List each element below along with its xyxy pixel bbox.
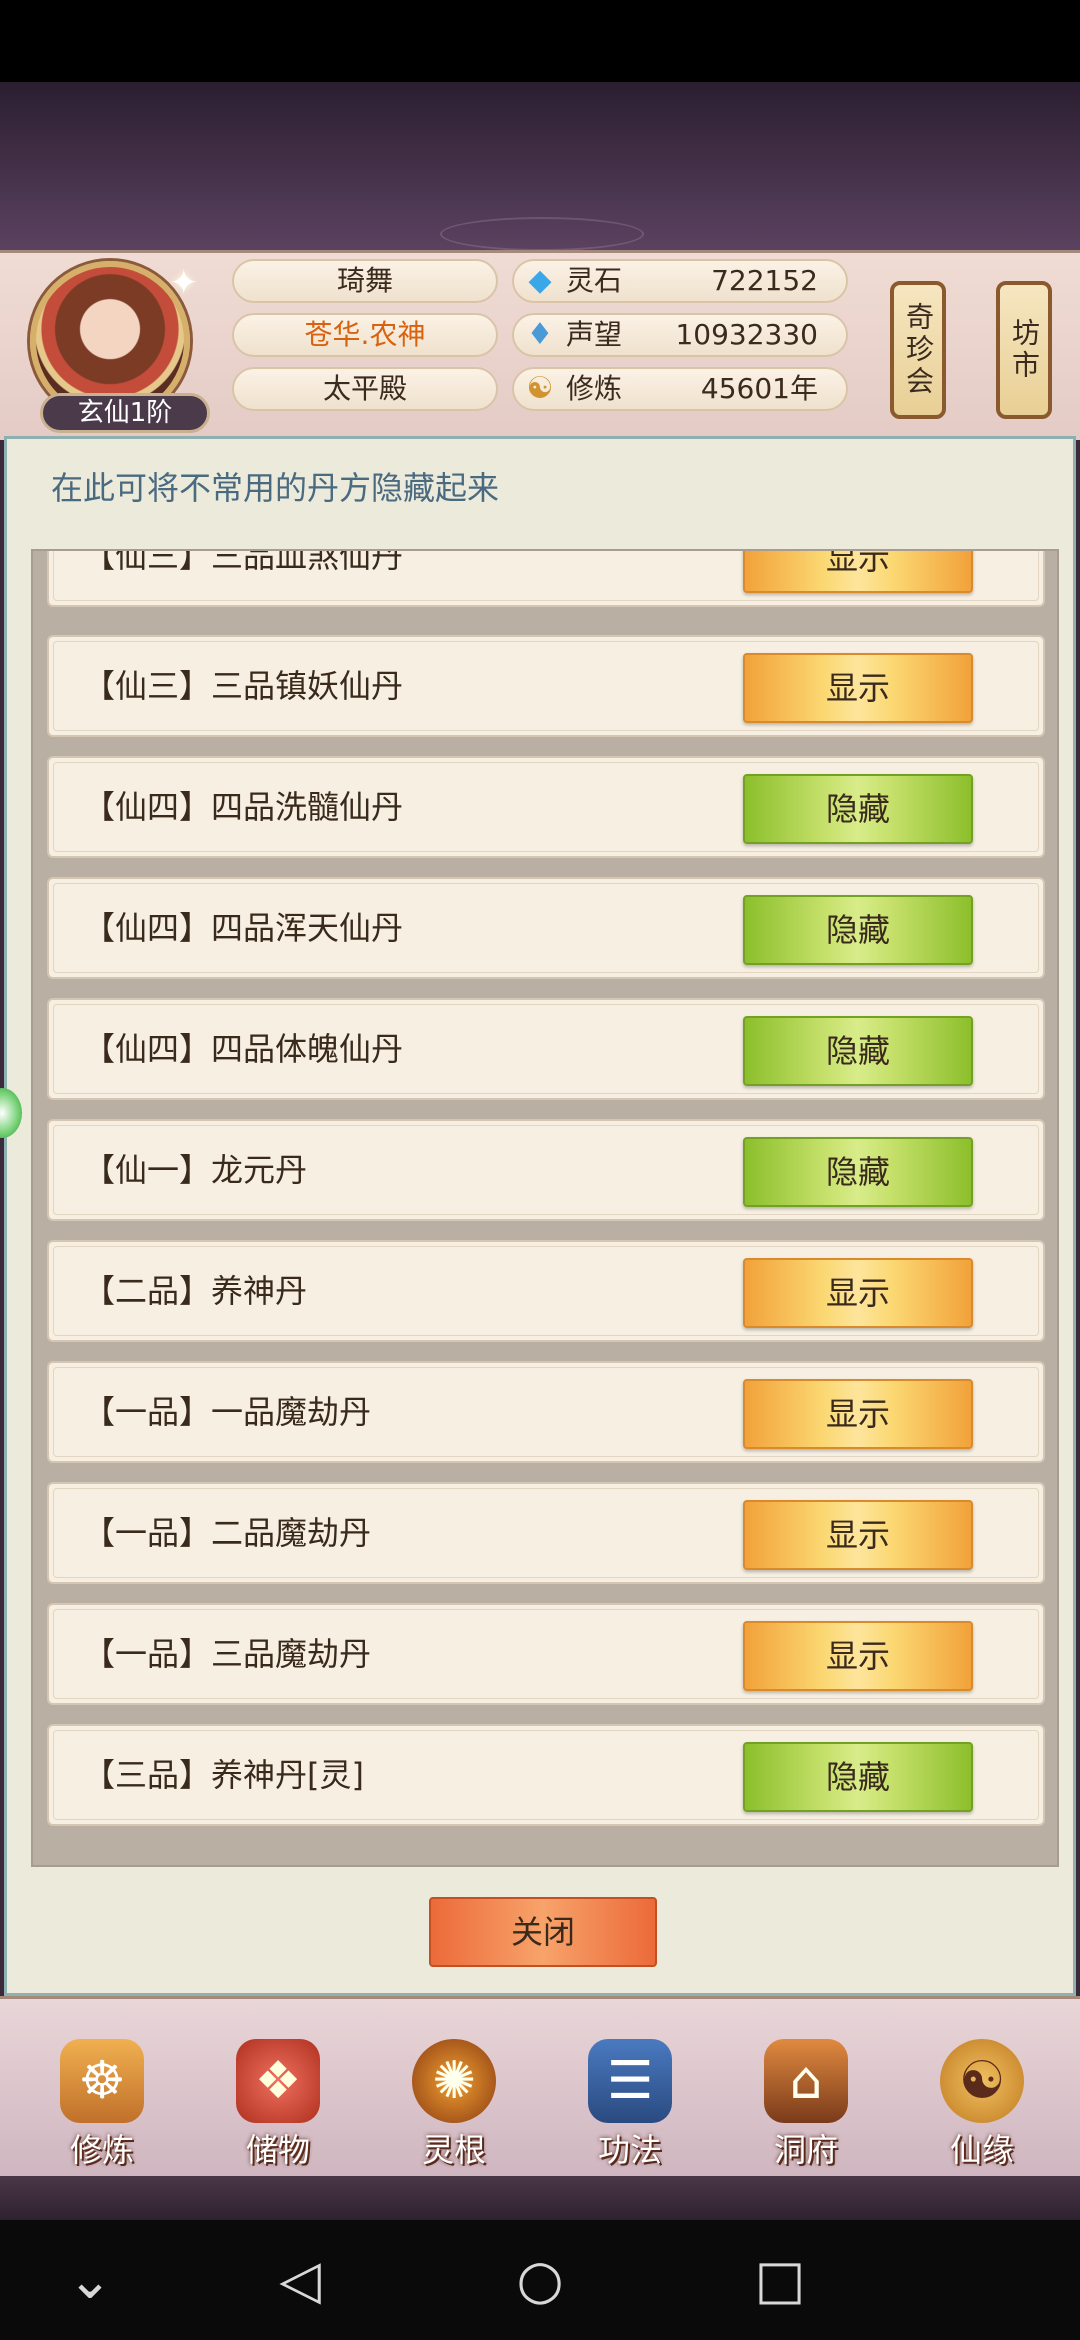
list-item: 【三品】养神丹[灵] 隐藏 [47,1724,1045,1826]
list-item: 【二品】养神丹 显示 [47,1240,1045,1342]
system-nav-bar: ⌄ ◁ ○ □ [0,2220,1080,2340]
show-button[interactable]: 显示 [743,1258,973,1328]
nav-item-cave[interactable]: ⌂ 洞府 [736,2039,876,2179]
show-button[interactable]: 显示 [743,551,973,593]
hide-button[interactable]: 隐藏 [743,1137,973,1207]
resource-prestige: ♦ 声望 10932330 [512,313,848,357]
show-button[interactable]: 显示 [743,1621,973,1691]
recipe-visibility-panel: 在此可将不常用的丹方隐藏起来 【仙三】三品血煞仙丹 显示 【仙三】三品镇妖仙丹 … [4,436,1076,1996]
nav-item-destiny[interactable]: ☯ 仙缘 [912,2039,1052,2179]
status-bar [0,0,1080,82]
avatar-frame[interactable]: ✦ 玄仙1阶 [30,261,210,433]
list-item: 【一品】三品魔劫丹 显示 [47,1603,1045,1705]
list-item: 【仙一】龙元丹 隐藏 [47,1119,1045,1221]
nav-item-storage[interactable]: ❖ 储物 [208,2039,348,2179]
top-decor-band [0,82,1080,251]
close-button[interactable]: 关闭 [429,1897,657,1967]
show-button[interactable]: 显示 [743,1500,973,1570]
chevron-down-icon[interactable]: ⌄ [50,2240,130,2320]
shop-lantern-treasure-fair[interactable]: 奇珍会 [890,281,946,419]
list-item: 【仙四】四品体魄仙丹 隐藏 [47,998,1045,1100]
recents-icon[interactable]: □ [740,2240,820,2320]
prestige-icon: ♦ [526,317,554,352]
resource-spirit-stone: ◆ 灵石 722152 [512,259,848,303]
butterfly-icon: ✦ [169,263,199,303]
cave-dwelling-icon: ⌂ [764,2039,848,2123]
spirit-stone-icon: ◆ [528,263,552,298]
list-item: 【仙三】三品镇妖仙丹 显示 [47,635,1045,737]
player-name: 琦舞 [232,259,498,303]
resource-cultivation: ☯ 修炼 45601年 [512,367,848,411]
spirit-root-icon: ✺ [412,2039,496,2123]
player-title[interactable]: 苍华.农神 [232,313,498,357]
gourd-icon: ☯ [940,2039,1024,2123]
hide-button[interactable]: 隐藏 [743,1742,973,1812]
list-item: 【一品】二品魔劫丹 显示 [47,1482,1045,1584]
hide-button[interactable]: 隐藏 [743,1016,973,1086]
panel-title: 在此可将不常用的丹方隐藏起来 [51,469,500,507]
bottom-decor-strip [0,2176,1080,2220]
list-item: 【一品】一品魔劫丹 显示 [47,1361,1045,1463]
nav-item-technique[interactable]: ☰ 功法 [560,2039,700,2179]
player-header: ✦ 玄仙1阶 琦舞 苍华.农神 太平殿 ◆ 灵石 722152 ♦ 声望 109… [0,250,1080,440]
show-button[interactable]: 显示 [743,653,973,723]
back-icon[interactable]: ◁ [260,2240,340,2320]
nav-item-cultivation[interactable]: ☸ 修炼 [32,2039,172,2179]
shop-lantern-market[interactable]: 坊市 [996,281,1052,419]
rank-badge: 玄仙1阶 [40,393,210,433]
bottom-nav: ☸ 修炼 ❖ 储物 ✺ 灵根 ☰ 功法 ⌂ 洞府 ☯ 仙缘 [0,1996,1080,2176]
hide-button[interactable]: 隐藏 [743,895,973,965]
nav-item-spirit-root[interactable]: ✺ 灵根 [384,2039,524,2179]
cultivation-icon: ☯ [526,371,554,406]
home-icon[interactable]: ○ [500,2240,580,2320]
player-location: 太平殿 [232,367,498,411]
hide-button[interactable]: 隐藏 [743,774,973,844]
list-item: 【仙四】四品洗髓仙丹 隐藏 [47,756,1045,858]
list-item: 【仙四】四品浑天仙丹 隐藏 [47,877,1045,979]
scripture-book-icon: ☰ [588,2039,672,2123]
storage-bag-icon: ❖ [236,2039,320,2123]
recipe-list[interactable]: 【仙三】三品血煞仙丹 显示 【仙三】三品镇妖仙丹 显示 【仙四】四品洗髓仙丹 隐… [31,549,1059,1867]
list-item: 【仙三】三品血煞仙丹 显示 [47,551,1045,607]
cultivation-figure-icon: ☸ [60,2039,144,2123]
show-button[interactable]: 显示 [743,1379,973,1449]
